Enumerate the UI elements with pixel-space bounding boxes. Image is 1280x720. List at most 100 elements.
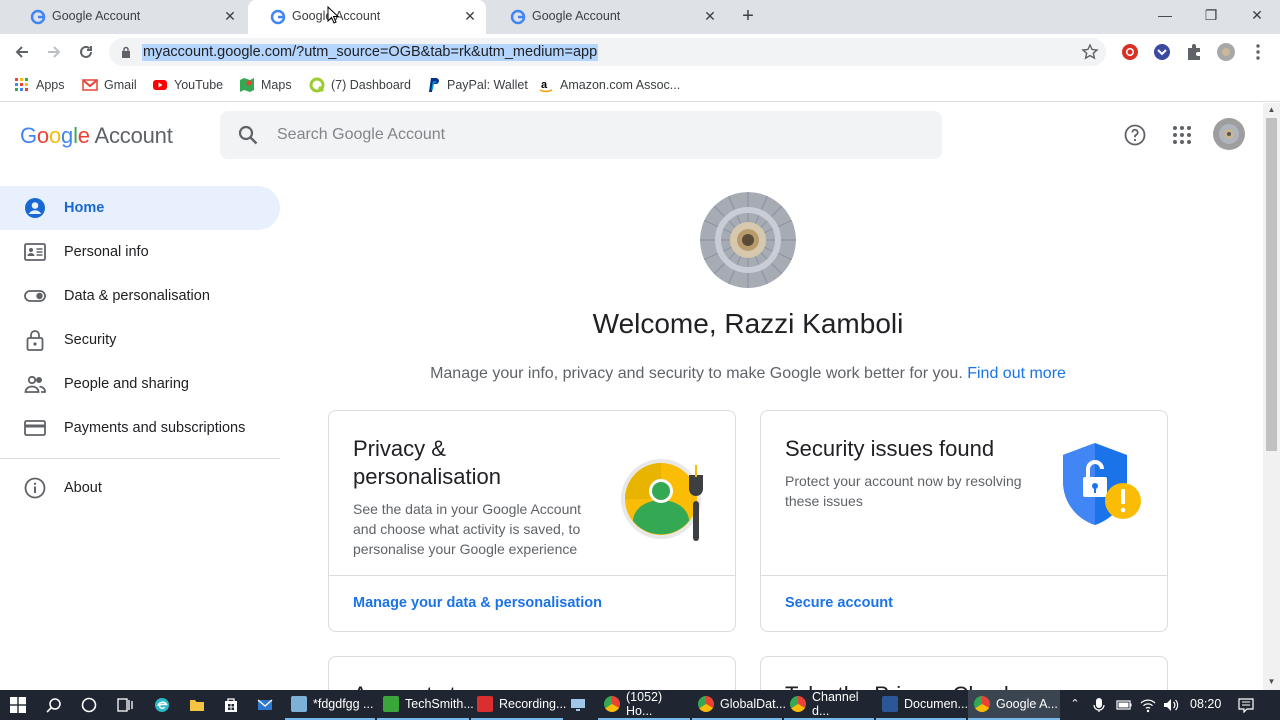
svg-text:a: a [541, 79, 548, 91]
file-explorer-icon[interactable] [189, 697, 205, 713]
battery-icon[interactable] [1116, 698, 1132, 712]
bookmark-maps[interactable]: Maps [239, 77, 292, 93]
secure-account-link[interactable]: Secure account [785, 595, 893, 611]
bookmark-amazon[interactable]: a Amazon.com Assoc... [538, 77, 680, 93]
google-g-icon [30, 9, 46, 25]
maps-icon [240, 78, 254, 92]
scroll-down-icon[interactable]: ▼ [1266, 678, 1277, 686]
sidebar-item-personal-info[interactable]: Personal info [0, 230, 280, 274]
google-account-logo[interactable]: Google Account [20, 123, 173, 149]
record-extension-icon[interactable] [1120, 42, 1140, 62]
account-avatar[interactable] [1213, 118, 1245, 150]
task-view-icon[interactable] [117, 697, 133, 713]
sidebar-item-label: People and sharing [64, 376, 189, 392]
security-card[interactable]: Security issues found Protect your accou… [760, 410, 1168, 632]
restore-icon[interactable]: ❐ [1201, 5, 1221, 25]
card-title: Privacy & personalisation [353, 436, 501, 489]
tab-1[interactable]: Google Account ✕ [8, 0, 246, 34]
remote-desktop-icon[interactable] [570, 697, 586, 713]
window-close-icon[interactable]: ✕ [1247, 5, 1267, 25]
taskbar-clock[interactable]: 08:20 [1190, 697, 1221, 711]
people-icon [24, 375, 46, 393]
notifications-icon[interactable] [1238, 697, 1254, 713]
find-out-more-link[interactable]: Find out more [967, 365, 1066, 382]
bookmark-label: PayPal: Wallet [447, 78, 528, 92]
minimize-icon[interactable]: — [1155, 5, 1175, 25]
tab-2[interactable]: Google Account ✕ [248, 0, 486, 34]
google-apps-icon[interactable] [1171, 124, 1193, 146]
taskbar-chrome-globaldat[interactable]: GlobalDat... [692, 690, 786, 720]
search-icon[interactable] [237, 124, 259, 146]
microphone-icon[interactable] [1092, 697, 1106, 713]
sidebar-item-home[interactable]: Home [0, 186, 280, 230]
bookmark-star-icon[interactable] [1081, 43, 1099, 61]
taskbar-notepad[interactable]: *fdgdfgg ... [285, 690, 375, 720]
google-g-icon [510, 9, 526, 25]
taskbar-chrome-channel[interactable]: Channel d... [784, 690, 874, 720]
cortana-icon[interactable] [81, 697, 97, 713]
puzzle-extensions-icon[interactable] [1184, 42, 1204, 62]
url-text[interactable]: myaccount.google.com/?utm_source=OGB&tab… [142, 44, 599, 61]
sidebar-item-security[interactable]: Security [0, 318, 280, 362]
forward-icon[interactable] [44, 42, 64, 62]
bookmark-dashboard[interactable]: (7) Dashboard [309, 77, 411, 93]
profile-avatar-icon[interactable] [1216, 42, 1236, 62]
manage-data-link[interactable]: Manage your data & personalisation [353, 595, 602, 611]
windows-start-icon[interactable] [10, 697, 26, 713]
back-icon[interactable] [12, 42, 32, 62]
store-icon[interactable] [223, 697, 239, 713]
id-card-icon [24, 243, 46, 261]
tab-title: Google Account [532, 9, 621, 23]
pocket-extension-icon[interactable] [1152, 42, 1172, 62]
dashboard-q-icon [309, 77, 325, 93]
shield-warning-icon [1063, 443, 1141, 525]
scroll-up-icon[interactable]: ▲ [1266, 106, 1277, 114]
chrome-icon [974, 696, 990, 712]
info-icon [24, 477, 46, 499]
taskbar-search-icon[interactable] [46, 697, 62, 713]
sidebar-item-payments[interactable]: Payments and subscriptions [0, 406, 280, 450]
help-icon[interactable] [1124, 124, 1146, 146]
logo-google: Google [20, 123, 90, 148]
taskbar-label: GlobalDat... [720, 697, 787, 711]
card-divider [329, 575, 735, 576]
sidebar-item-data-personalisation[interactable]: Data & personalisation [0, 274, 280, 318]
new-tab-button[interactable]: + [738, 6, 758, 27]
bookmark-paypal[interactable]: PayPal: Wallet [425, 77, 528, 93]
card-title: Security issues found [785, 436, 995, 461]
close-icon[interactable]: ✕ [462, 8, 478, 24]
edge-icon[interactable] [154, 697, 170, 713]
apps-grid-icon [15, 78, 28, 91]
wifi-icon[interactable] [1140, 697, 1156, 713]
chrome-menu-icon[interactable] [1248, 42, 1268, 62]
chrome-icon [790, 696, 806, 712]
bookmark-gmail[interactable]: Gmail [82, 77, 137, 93]
volume-icon[interactable] [1163, 697, 1179, 713]
close-icon[interactable]: ✕ [222, 8, 238, 24]
search-input[interactable] [277, 124, 877, 146]
taskbar-chrome-google-account[interactable]: Google A... [968, 690, 1060, 720]
chrome-icon [698, 696, 714, 712]
taskbar-chrome-youtube[interactable]: (1052) Ho... [598, 690, 690, 720]
close-icon[interactable]: ✕ [702, 8, 718, 24]
profile-photo[interactable] [700, 192, 796, 288]
taskbar-label: Google A... [996, 697, 1058, 711]
sidebar-item-about[interactable]: About [0, 466, 280, 510]
taskbar-word-document[interactable]: Documen... [876, 690, 968, 720]
sidebar-item-people-sharing[interactable]: People and sharing [0, 362, 280, 406]
lock-icon[interactable] [120, 46, 132, 58]
tray-chevron-icon[interactable]: ⌃ [1068, 697, 1082, 713]
youtube-icon [153, 80, 167, 90]
bookmark-apps[interactable]: Apps [14, 77, 65, 93]
reload-icon[interactable] [76, 42, 96, 62]
taskbar-recording[interactable]: Recording... [471, 690, 566, 720]
mail-icon[interactable] [257, 697, 273, 713]
bookmark-youtube[interactable]: YouTube [152, 77, 223, 93]
scroll-thumb[interactable] [1266, 118, 1277, 451]
privacy-card[interactable]: Privacy & personalisation See the data i… [328, 410, 736, 632]
taskbar-label: *fdgdfgg ... [313, 697, 374, 711]
sidebar-item-label: Security [64, 332, 117, 348]
word-icon [882, 696, 898, 712]
tab-3[interactable]: Google Account ✕ [488, 0, 726, 34]
taskbar-techsmith[interactable]: TechSmith... [377, 690, 474, 720]
